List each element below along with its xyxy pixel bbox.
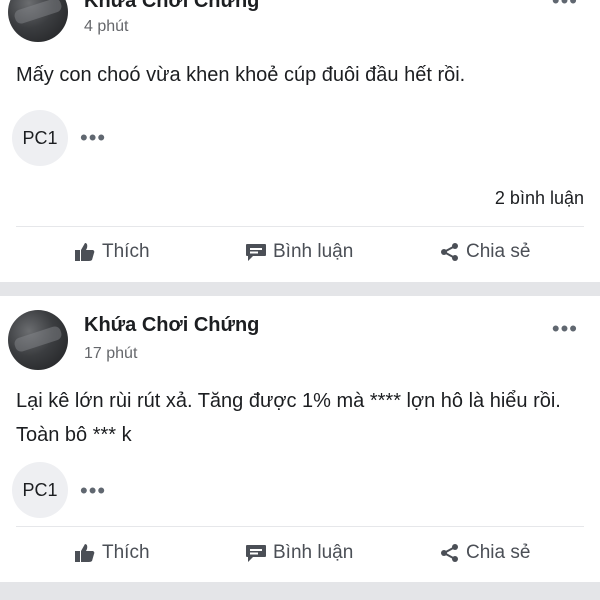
post-time[interactable]: 17 phút bbox=[84, 345, 137, 363]
author-avatar[interactable] bbox=[8, 0, 68, 42]
comment-label: Bình luận bbox=[273, 241, 354, 262]
thumbs-up-icon bbox=[75, 544, 95, 562]
like-button[interactable]: Thích bbox=[74, 542, 150, 564]
action-divider bbox=[16, 526, 584, 527]
author-avatar[interactable] bbox=[8, 310, 68, 370]
share-button[interactable]: Chia sẻ bbox=[440, 241, 530, 263]
more-options-icon[interactable]: ••• bbox=[552, 0, 578, 12]
share-label: Chia sẻ bbox=[466, 241, 531, 262]
comment-count[interactable]: 2 bình luận bbox=[495, 188, 584, 209]
like-button[interactable]: Thích bbox=[74, 241, 150, 263]
commenter-more-icon[interactable]: ••• bbox=[80, 127, 106, 149]
action-divider bbox=[16, 226, 584, 227]
comment-bubble-icon bbox=[246, 545, 266, 562]
post-time[interactable]: 4 phút bbox=[84, 18, 128, 36]
thumbs-up-icon bbox=[75, 243, 95, 261]
share-button[interactable]: Chia sẻ bbox=[440, 542, 530, 564]
more-options-icon[interactable]: ••• bbox=[552, 318, 578, 340]
commenter-more-icon[interactable]: ••• bbox=[80, 480, 106, 502]
share-icon bbox=[441, 243, 458, 261]
post-separator bbox=[0, 582, 600, 600]
author-name[interactable]: Khứa Chơi Chứng bbox=[84, 0, 259, 13]
commenter-avatar[interactable]: PC1 bbox=[12, 110, 68, 166]
post-text: Lại kê lớn rùi rút xả. Tăng được 1% mà *… bbox=[16, 390, 561, 446]
feed-post: Khứa Chơi Chứng 17 phút ••• Lại kê lớn r… bbox=[0, 296, 600, 582]
like-label: Thích bbox=[102, 241, 150, 262]
share-label: Chia sẻ bbox=[466, 542, 531, 563]
comment-button[interactable]: Bình luận bbox=[245, 542, 353, 564]
comment-button[interactable]: Bình luận bbox=[245, 241, 353, 263]
author-name[interactable]: Khứa Chơi Chứng bbox=[84, 314, 259, 337]
post-separator bbox=[0, 282, 600, 296]
post-text: Mấy con choó vừa khen khoẻ cúp đuôi đầu … bbox=[16, 64, 466, 86]
like-label: Thích bbox=[102, 542, 150, 563]
share-icon bbox=[441, 544, 458, 562]
feed-post: Khứa Chơi Chứng 4 phút ••• Mấy con choó … bbox=[0, 0, 600, 282]
comment-label: Bình luận bbox=[273, 542, 354, 563]
commenter-avatar[interactable]: PC1 bbox=[12, 462, 68, 518]
comment-bubble-icon bbox=[246, 244, 266, 261]
